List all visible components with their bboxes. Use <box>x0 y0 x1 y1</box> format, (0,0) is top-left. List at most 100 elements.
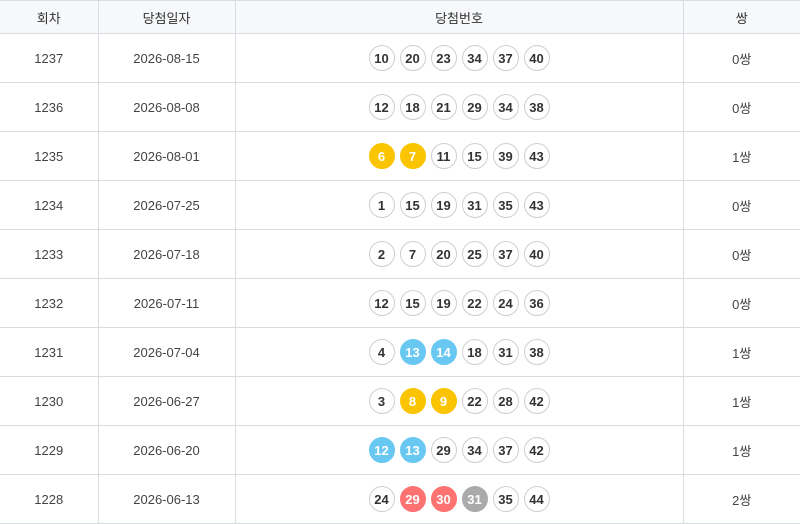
number-ball: 36 <box>523 290 550 316</box>
number-ball: 6 <box>368 143 395 169</box>
number-ball: 10 <box>368 45 395 71</box>
round-cell: 1237 <box>0 33 99 83</box>
table-row: 1232 2026-07-11 12 15 19 22 24 36 0쌍 <box>0 278 800 328</box>
round-cell: 1234 <box>0 180 99 230</box>
date-cell: 2026-08-08 <box>98 82 236 132</box>
number-ball: 12 <box>368 94 395 120</box>
number-balls: 10 20 23 34 37 40 <box>236 45 683 71</box>
number-ball: 35 <box>492 486 519 512</box>
number-ball: 38 <box>523 339 550 365</box>
number-ball: 38 <box>523 94 550 120</box>
number-ball: 24 <box>492 290 519 316</box>
number-balls: 4 13 14 18 31 38 <box>236 339 683 365</box>
number-ball: 28 <box>492 388 519 414</box>
number-ball: 12 <box>368 290 395 316</box>
date-cell: 2026-08-15 <box>98 33 236 83</box>
date-cell: 2026-07-25 <box>98 180 236 230</box>
number-ball: 29 <box>430 437 457 463</box>
table-row: 1237 2026-08-15 10 20 23 34 37 40 0쌍 <box>0 33 800 83</box>
table-row: 1233 2026-07-18 2 7 20 25 37 40 0쌍 <box>0 229 800 279</box>
number-ball: 37 <box>492 45 519 71</box>
number-ball: 11 <box>430 143 457 169</box>
table-row: 1236 2026-08-08 12 18 21 29 34 38 0쌍 <box>0 82 800 132</box>
number-ball: 21 <box>430 94 457 120</box>
numbers-cell: 3 8 9 22 28 42 <box>235 376 684 426</box>
numbers-cell: 1 15 19 31 35 43 <box>235 180 684 230</box>
date-cell: 2026-06-13 <box>98 474 236 524</box>
number-ball: 18 <box>461 339 488 365</box>
number-ball: 22 <box>461 388 488 414</box>
pairs-cell: 0쌍 <box>683 229 800 279</box>
number-ball: 30 <box>430 486 457 512</box>
pairs-cell: 1쌍 <box>683 131 800 181</box>
header-pairs: 쌍 <box>683 0 800 34</box>
number-ball: 15 <box>399 290 426 316</box>
round-cell: 1231 <box>0 327 99 377</box>
number-ball: 25 <box>461 241 488 267</box>
number-ball: 37 <box>492 437 519 463</box>
numbers-cell: 12 18 21 29 34 38 <box>235 82 684 132</box>
table-row: 1228 2026-06-13 24 29 30 31 35 44 2쌍 <box>0 474 800 524</box>
number-ball: 31 <box>492 339 519 365</box>
number-ball: 34 <box>461 45 488 71</box>
pairs-cell: 1쌍 <box>683 327 800 377</box>
round-cell: 1230 <box>0 376 99 426</box>
lotto-results-table: 회차 당첨일자 당첨번호 쌍 1237 2026-08-15 10 20 23 34 37 4… <box>0 0 800 524</box>
number-ball: 15 <box>461 143 488 169</box>
number-ball: 20 <box>399 45 426 71</box>
number-ball: 20 <box>430 241 457 267</box>
number-ball: 14 <box>430 339 457 365</box>
pairs-cell: 1쌍 <box>683 376 800 426</box>
numbers-cell: 2 7 20 25 37 40 <box>235 229 684 279</box>
number-ball: 43 <box>523 143 550 169</box>
number-balls: 6 7 11 15 39 43 <box>236 143 683 169</box>
date-cell: 2026-08-01 <box>98 131 236 181</box>
number-ball: 40 <box>523 241 550 267</box>
table-header-row: 회차 당첨일자 당첨번호 쌍 <box>0 0 800 34</box>
numbers-cell: 12 15 19 22 24 36 <box>235 278 684 328</box>
pairs-cell: 2쌍 <box>683 474 800 524</box>
number-ball: 1 <box>368 192 395 218</box>
date-cell: 2026-07-04 <box>98 327 236 377</box>
round-cell: 1232 <box>0 278 99 328</box>
numbers-cell: 6 7 11 15 39 43 <box>235 131 684 181</box>
numbers-cell: 24 29 30 31 35 44 <box>235 474 684 524</box>
numbers-cell: 12 13 29 34 37 42 <box>235 425 684 475</box>
date-cell: 2026-07-11 <box>98 278 236 328</box>
number-ball: 35 <box>492 192 519 218</box>
number-ball: 42 <box>523 437 550 463</box>
number-ball: 44 <box>523 486 550 512</box>
number-ball: 34 <box>492 94 519 120</box>
pairs-cell: 0쌍 <box>683 33 800 83</box>
number-balls: 2 7 20 25 37 40 <box>236 241 683 267</box>
number-ball: 43 <box>523 192 550 218</box>
header-date: 당첨일자 <box>98 0 236 34</box>
pairs-cell: 0쌍 <box>683 82 800 132</box>
header-numbers: 당첨번호 <box>235 0 684 34</box>
number-ball: 29 <box>461 94 488 120</box>
number-ball: 39 <box>492 143 519 169</box>
number-ball: 15 <box>399 192 426 218</box>
number-ball: 7 <box>399 143 426 169</box>
round-cell: 1233 <box>0 229 99 279</box>
number-ball: 12 <box>368 437 395 463</box>
table-row: 1229 2026-06-20 12 13 29 34 37 42 1쌍 <box>0 425 800 475</box>
pairs-cell: 0쌍 <box>683 180 800 230</box>
number-ball: 22 <box>461 290 488 316</box>
table-row: 1234 2026-07-25 1 15 19 31 35 43 0쌍 <box>0 180 800 230</box>
number-ball: 40 <box>523 45 550 71</box>
header-round: 회차 <box>0 0 99 34</box>
round-cell: 1235 <box>0 131 99 181</box>
date-cell: 2026-07-18 <box>98 229 236 279</box>
table-row: 1230 2026-06-27 3 8 9 22 28 42 1쌍 <box>0 376 800 426</box>
round-cell: 1229 <box>0 425 99 475</box>
number-ball: 31 <box>461 486 488 512</box>
number-ball: 29 <box>399 486 426 512</box>
round-cell: 1228 <box>0 474 99 524</box>
number-ball: 19 <box>430 290 457 316</box>
number-balls: 12 18 21 29 34 38 <box>236 94 683 120</box>
date-cell: 2026-06-20 <box>98 425 236 475</box>
numbers-cell: 4 13 14 18 31 38 <box>235 327 684 377</box>
number-ball: 19 <box>430 192 457 218</box>
date-cell: 2026-06-27 <box>98 376 236 426</box>
